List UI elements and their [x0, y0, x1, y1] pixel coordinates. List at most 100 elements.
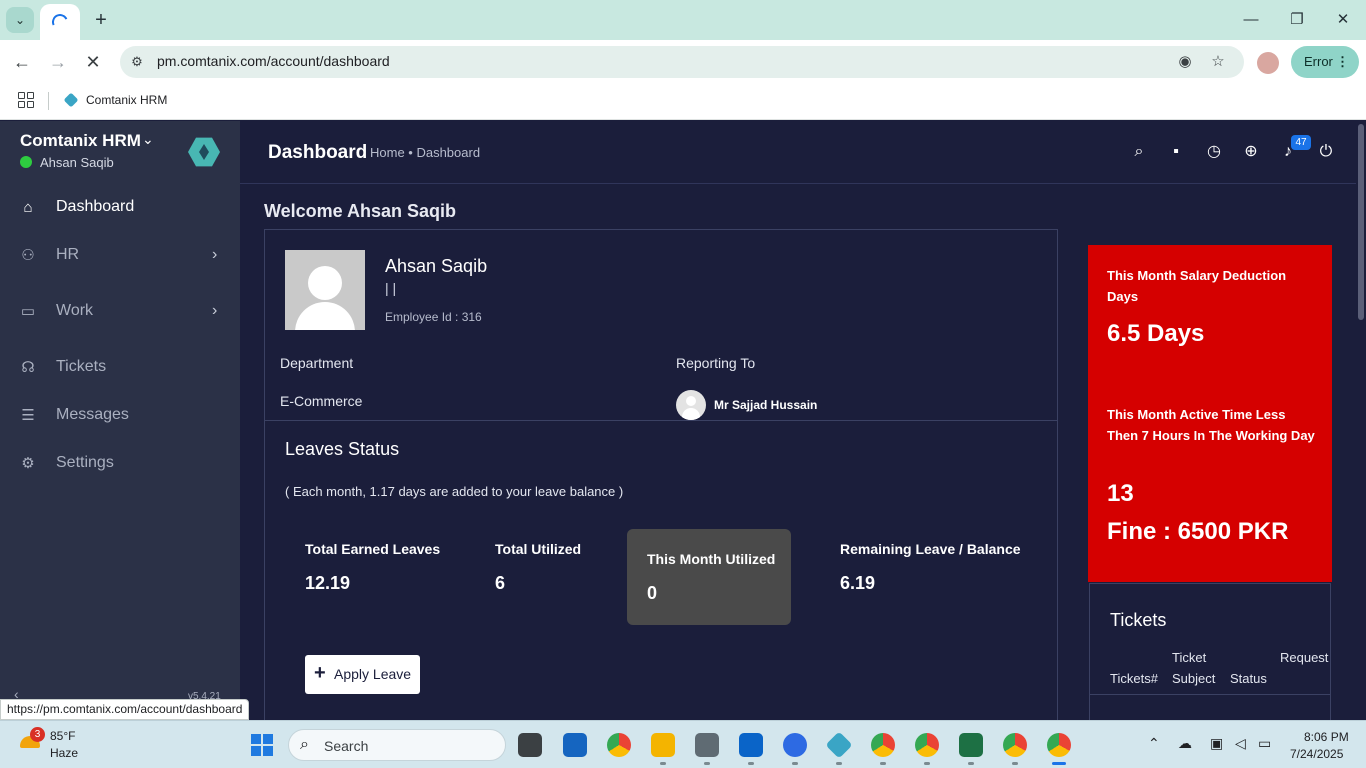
back-arrow-icon[interactable]: ← — [10, 50, 34, 74]
outlook-icon[interactable] — [739, 733, 763, 757]
leaves-status-card: Leaves Status ( Each month, 1.17 days ar… — [264, 420, 1058, 720]
zoom-icon[interactable] — [783, 733, 807, 757]
department-value: E-Commerce — [280, 393, 363, 409]
stat-this-month-utilized: This Month Utilized 0 — [627, 529, 791, 625]
tickets-column-header[interactable]: Tickets# — [1110, 668, 1158, 689]
site-settings-icon[interactable]: ⚙ — [128, 53, 146, 71]
bookmark-comtanix-hrm[interactable]: Comtanix HRM — [86, 93, 167, 107]
running-indicator — [660, 762, 666, 765]
taskbar-search-input[interactable]: ⌕ Search — [288, 729, 506, 761]
sidebar-item-messages[interactable]: ☰ Messages — [0, 396, 240, 436]
stat-remaining-balance: Remaining Leave / Balance 6.19 — [840, 541, 1021, 594]
calculator-icon[interactable] — [695, 733, 719, 757]
weather-alert-badge: 3 — [30, 727, 45, 742]
brand-chevron-down-icon[interactable]: ⌄ — [142, 131, 154, 148]
taskbar-search-placeholder: Search — [324, 738, 369, 754]
sidebar: Comtanix HRM ⌄ Ahsan Saqib ⌂ Dashboard ⚇… — [0, 121, 240, 720]
microsoft-store-icon[interactable] — [563, 733, 587, 757]
sidebar-item-settings[interactable]: ⚙ Settings — [0, 444, 240, 484]
apply-leave-label: Apply Leave — [334, 666, 412, 682]
apps-grid-icon[interactable] — [18, 92, 34, 108]
power-icon[interactable]: ⏻ — [1315, 141, 1337, 163]
apply-leave-button[interactable]: + Apply Leave — [305, 655, 420, 694]
clock-icon[interactable]: ◷ — [1203, 141, 1225, 163]
tray-chevron-up-icon[interactable]: ⌃ — [1148, 735, 1160, 752]
maximize-window-button[interactable]: ❐ — [1282, 8, 1312, 32]
windows-start-icon[interactable] — [251, 734, 273, 756]
stop-loading-icon[interactable]: ✕ — [81, 50, 105, 74]
tickets-column-header[interactable]: Status — [1230, 668, 1267, 689]
forward-arrow-icon[interactable]: → — [46, 50, 70, 74]
active-app-indicator — [1052, 762, 1066, 765]
active-time-label: This Month Active Time Less Then 7 Hours… — [1107, 407, 1315, 443]
gear-icon: ⚙ — [21, 455, 35, 472]
weather-temperature[interactable]: 85°F — [50, 729, 75, 743]
online-status-icon — [20, 156, 32, 168]
sidebar-item-hr[interactable]: ⚇ HR › — [0, 236, 240, 276]
employee-profile-card: Ahsan Saqib | | Employee Id : 316 Depart… — [264, 229, 1058, 421]
deduction-alert-panel: This Month Salary Deduction Days 6.5 Day… — [1088, 245, 1332, 582]
browser-toolbar: ← → ✕ ⚙ pm.comtanix.com/account/dashboar… — [0, 40, 1366, 84]
salary-deduction-label: This Month Salary Deduction Days — [1107, 268, 1287, 304]
address-bar[interactable]: ⚙ pm.comtanix.com/account/dashboard ◉ ☆ — [120, 46, 1244, 78]
profile-avatar[interactable] — [1257, 52, 1279, 74]
sidebar-item-tickets[interactable]: ☊ Tickets — [0, 348, 240, 388]
network-icon[interactable]: ▣ — [1210, 735, 1223, 752]
headset-icon: ☊ — [21, 359, 35, 376]
tab-search-chevron-down-icon[interactable]: ⌄ — [6, 7, 34, 33]
error-label: Error — [1304, 54, 1333, 69]
clock-date[interactable]: 7/24/2025 — [1290, 747, 1343, 761]
error-menu-button[interactable]: Error ⋮ — [1291, 46, 1359, 78]
excel-icon[interactable] — [959, 733, 983, 757]
clock-time[interactable]: 8:06 PM — [1304, 730, 1349, 744]
comtanix-app-icon[interactable] — [825, 731, 853, 759]
tickets-column-header[interactable]: Request — [1280, 647, 1328, 668]
comtanix-favicon-icon — [63, 92, 79, 108]
chrome-profile-icon[interactable] — [871, 733, 895, 757]
briefcase-icon: ▭ — [20, 303, 36, 320]
link-status-tooltip: https://pm.comtanix.com/account/dashboar… — [0, 699, 250, 720]
address-url[interactable]: pm.comtanix.com/account/dashboard — [157, 53, 390, 69]
battery-icon[interactable]: ▭ — [1258, 735, 1271, 752]
sidebar-item-label: HR — [56, 246, 80, 263]
chrome-profile-icon[interactable] — [915, 733, 939, 757]
stat-label: Total Earned Leaves — [305, 541, 441, 557]
sidebar-item-label: Settings — [56, 454, 114, 471]
manager-avatar — [676, 390, 706, 420]
onedrive-offline-icon[interactable]: ☁ — [1178, 735, 1192, 752]
new-tab-button[interactable]: + — [90, 8, 112, 32]
sidebar-item-work[interactable]: ▭ Work › — [0, 292, 240, 332]
fine-value: Fine : 6500 PKR — [1107, 518, 1289, 545]
sticky-note-icon[interactable]: ▪ — [1165, 141, 1187, 163]
minimize-window-button[interactable]: — — [1236, 8, 1266, 32]
stat-label: Total Utilized — [495, 541, 582, 557]
tickets-card: Tickets Tickets# Ticket Subject Status R… — [1089, 583, 1331, 720]
page-scrollbar-thumb[interactable] — [1358, 124, 1364, 320]
plus-icon: + — [314, 662, 326, 684]
chrome-active-icon[interactable] — [1047, 733, 1071, 757]
add-circle-icon[interactable]: ⊕ — [1240, 141, 1262, 163]
breadcrumb[interactable]: Home • Dashboard — [370, 145, 480, 160]
notification-count-badge: 47 — [1291, 135, 1311, 150]
chrome-profile-icon[interactable] — [1003, 733, 1027, 757]
weather-condition[interactable]: Haze — [50, 746, 78, 760]
eye-off-icon[interactable]: ◉ — [1175, 52, 1195, 72]
tickets-title: Tickets — [1110, 610, 1167, 630]
sidebar-item-dashboard[interactable]: ⌂ Dashboard — [0, 188, 240, 228]
running-indicator — [968, 762, 974, 765]
search-icon[interactable]: ⌕ — [1128, 141, 1150, 163]
message-icon: ☰ — [21, 407, 35, 424]
browser-tab-active[interactable] — [40, 4, 80, 40]
avatar-head-shape — [308, 266, 342, 300]
stat-value: 6 — [495, 573, 506, 593]
bookmark-star-icon[interactable]: ☆ — [1208, 52, 1228, 72]
tickets-column-header[interactable]: Ticket Subject — [1172, 647, 1222, 689]
file-explorer-icon[interactable] — [651, 733, 675, 757]
sidebar-item-label: Work — [56, 302, 94, 319]
task-view-icon[interactable] — [518, 733, 542, 757]
bookmarks-divider — [48, 92, 49, 110]
close-window-button[interactable]: ✕ — [1328, 8, 1358, 32]
chrome-icon[interactable] — [607, 733, 631, 757]
brand-name[interactable]: Comtanix HRM — [20, 131, 141, 151]
volume-muted-icon[interactable]: ◁ — [1235, 735, 1246, 752]
